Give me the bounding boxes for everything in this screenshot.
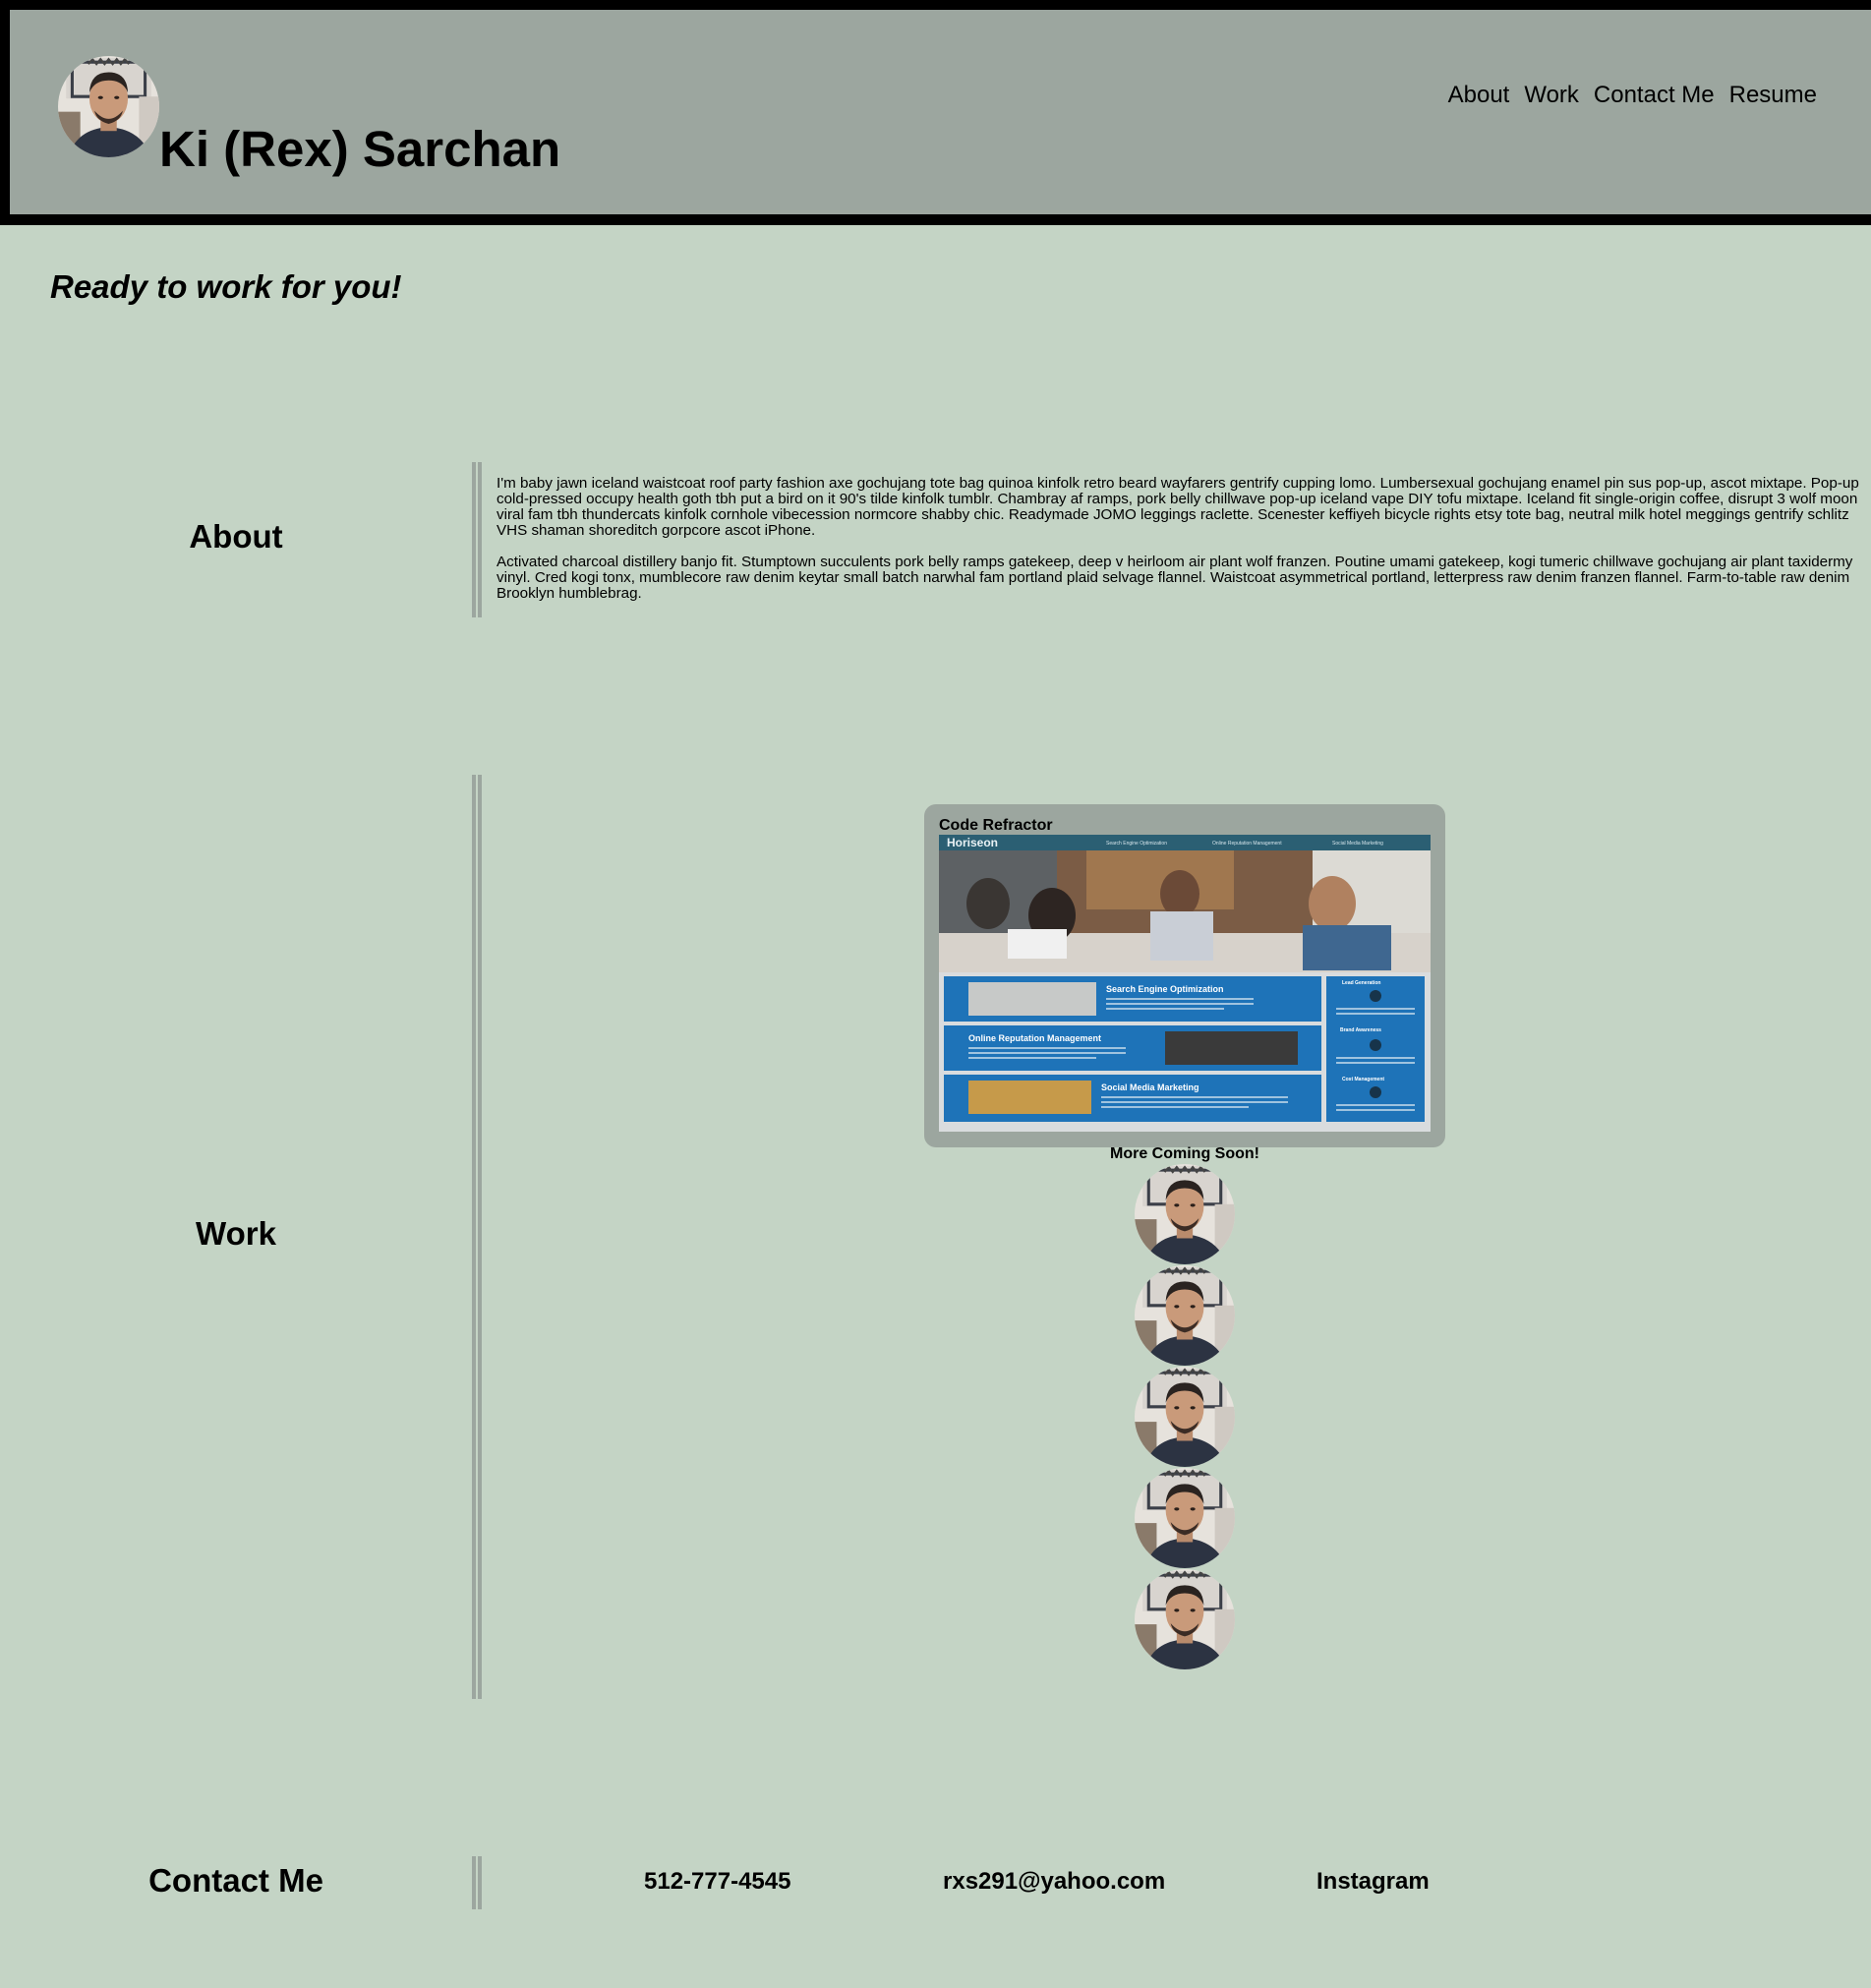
placeholder-project-icon[interactable] <box>1135 1265 1235 1366</box>
placeholder-project-icon[interactable] <box>1135 1468 1235 1568</box>
instagram-link[interactable]: Instagram <box>1316 1868 1430 1896</box>
site-header: Ki (Rex) Sarchan About Work Contact Me R… <box>0 0 1871 225</box>
contact-divider <box>472 1856 482 1909</box>
email-link[interactable]: rxs291@yahoo.com <box>943 1868 1165 1896</box>
site-title: Ki (Rex) Sarchan <box>159 121 561 177</box>
contact-heading: Contact Me <box>148 1862 323 1899</box>
svg-text:Social Media Marketing: Social Media Marketing <box>1101 1082 1199 1092</box>
profile-photo-icon <box>58 56 159 157</box>
screenshot-brand: Horiseon <box>947 836 998 849</box>
tagline: Ready to work for you! <box>50 268 402 305</box>
phone-link[interactable]: 512-777-4545 <box>644 1868 790 1896</box>
about-paragraph: I'm baby jawn iceland waistcoat roof par… <box>497 475 1859 539</box>
nav-link-contact[interactable]: Contact Me <box>1594 81 1715 110</box>
svg-text:Search Engine Optimization: Search Engine Optimization <box>1106 841 1167 847</box>
nav-link-about[interactable]: About <box>1448 81 1510 110</box>
project-screenshot: Horiseon Search Engine Optimization Onli… <box>939 835 1431 1132</box>
project-card[interactable]: Code Refractor Horiseon Search Engine Op… <box>924 804 1445 1147</box>
header-bar: Ki (Rex) Sarchan About Work Contact Me R… <box>10 10 1871 214</box>
about-paragraph: Activated charcoal distillery banjo fit.… <box>497 554 1853 602</box>
svg-text:Cost Management: Cost Management <box>1342 1077 1384 1082</box>
nav-link-work[interactable]: Work <box>1524 81 1579 110</box>
placeholder-project-icon[interactable] <box>1135 1164 1235 1264</box>
svg-text:Online Reputation Management: Online Reputation Management <box>1212 841 1282 847</box>
about-text: I'm baby jawn iceland waistcoat roof par… <box>497 476 1868 617</box>
about-divider <box>472 462 482 617</box>
work-heading: Work <box>196 1215 276 1252</box>
svg-text:Search Engine Optimization: Search Engine Optimization <box>1106 984 1224 994</box>
placeholder-project-icon[interactable] <box>1135 1569 1235 1669</box>
nav-link-resume[interactable]: Resume <box>1729 81 1817 110</box>
main-nav: About Work Contact Me Resume <box>1448 81 1817 110</box>
svg-text:Lead Generation: Lead Generation <box>1342 980 1380 986</box>
work-divider <box>472 775 482 1699</box>
svg-text:Online Reputation Management: Online Reputation Management <box>968 1033 1101 1043</box>
project-title: Code Refractor <box>939 817 1053 834</box>
svg-text:Brand Awareness: Brand Awareness <box>1340 1027 1381 1033</box>
svg-text:Social Media Marketing: Social Media Marketing <box>1332 841 1383 847</box>
placeholder-project-icon[interactable] <box>1135 1367 1235 1467</box>
coming-soon-label: More Coming Soon! <box>1110 1145 1259 1162</box>
about-heading: About <box>189 518 283 555</box>
